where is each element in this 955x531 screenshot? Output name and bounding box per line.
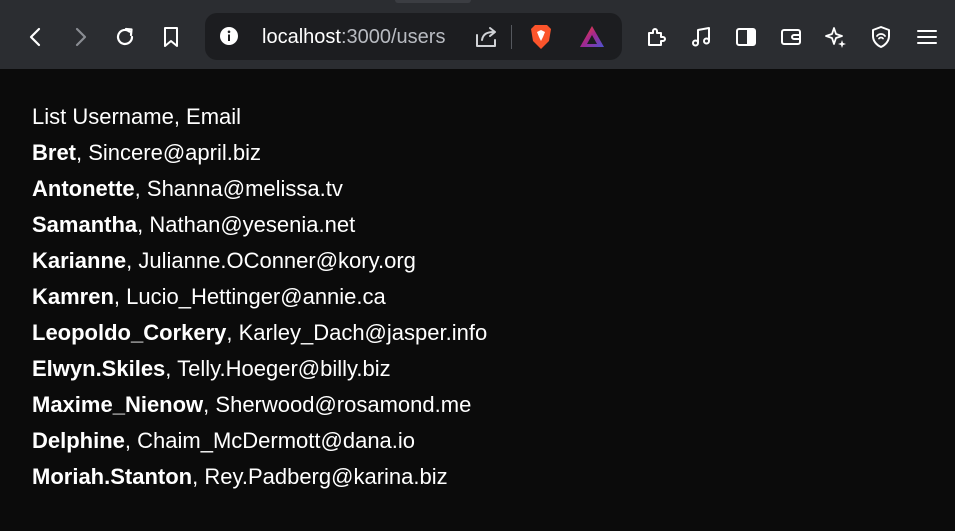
extensions-button[interactable] (641, 22, 671, 52)
list-item: Delphine, Chaim_McDermott@dana.io (32, 423, 487, 459)
email: Karley_Dach@jasper.info (238, 320, 488, 345)
leo-ai-button[interactable] (821, 22, 851, 52)
reload-icon (116, 27, 134, 46)
address-bar[interactable]: localhost:3000/users (205, 13, 622, 60)
wallet-button[interactable] (776, 22, 806, 52)
list-item: Moriah.Stanton, Rey.Padberg@karina.biz (32, 459, 487, 495)
separator: , (76, 140, 89, 165)
username: Maxime_Nienow (32, 392, 204, 417)
username: Bret (32, 140, 77, 165)
url-path: :3000/users (340, 26, 446, 48)
vpn-icon (872, 26, 890, 48)
separator: , (113, 284, 127, 309)
forward-button[interactable] (65, 22, 95, 52)
wallet-icon (781, 29, 801, 45)
bookmark-icon (164, 27, 178, 47)
email: Shanna@melissa.tv (146, 176, 343, 201)
page-content: List Username, Email Bret, Sincere@april… (32, 99, 487, 495)
share-icon[interactable] (474, 25, 500, 49)
separator: , (203, 392, 216, 417)
list-item: Antonette, Shanna@melissa.tv (32, 171, 487, 207)
username: Antonette (32, 176, 135, 201)
email: Rey.Padberg@karina.biz (204, 464, 448, 489)
username: Elwyn.Skiles (32, 356, 166, 381)
username: Moriah.Stanton (32, 464, 193, 489)
username: Delphine (32, 428, 125, 453)
email: Chaim_McDermott@dana.io (137, 428, 416, 453)
back-button[interactable] (21, 22, 51, 52)
forward-icon (75, 27, 87, 47)
vpn-button[interactable] (866, 22, 896, 52)
reload-button[interactable] (110, 22, 140, 52)
list-item: Karianne, Julianne.OConner@kory.org (32, 243, 487, 279)
email: Telly.Hoeger@billy.biz (177, 356, 391, 381)
separator: , (134, 176, 147, 201)
email: Julianne.OConner@kory.org (138, 248, 416, 273)
separator: , (165, 356, 178, 381)
separator: , (192, 464, 205, 489)
address-bar-divider (511, 25, 512, 49)
separator: , (124, 428, 138, 453)
user-list: Bret, Sincere@april.biz Antonette, Shanna… (32, 135, 487, 495)
media-icon (692, 27, 710, 47)
email: Lucio_Hettinger@annie.ca (126, 284, 386, 309)
list-item: Leopoldo_Corkery, Karley_Dach@jasper.inf… (32, 315, 487, 351)
separator: , (126, 248, 139, 273)
media-button[interactable] (686, 22, 716, 52)
list-item: Maxime_Nienow, Sherwood@rosamond.me (32, 387, 487, 423)
list-item: Kamren, Lucio_Hettinger@annie.ca (32, 279, 487, 315)
menu-icon (917, 30, 937, 44)
list-heading: List Username, Email (32, 104, 242, 129)
extensions-icon (648, 28, 666, 46)
bookmark-button[interactable] (156, 22, 186, 52)
menu-button[interactable] (912, 22, 942, 52)
leo-ai-icon (825, 27, 846, 48)
username: Samantha (32, 212, 138, 237)
url-host: localhost (262, 26, 341, 48)
email: Sherwood@rosamond.me (215, 392, 472, 417)
email: Sincere@april.biz (88, 140, 261, 165)
list-item: Bret, Sincere@april.biz (32, 135, 487, 171)
email: Nathan@yesenia.net (149, 212, 356, 237)
site-info-icon[interactable] (219, 26, 239, 46)
separator: , (226, 320, 239, 345)
brave-shields-icon[interactable] (528, 23, 554, 51)
back-icon (29, 27, 41, 47)
active-tab-indicator (395, 0, 471, 3)
sidebar-button[interactable] (731, 22, 761, 52)
url-text[interactable]: localhost:3000/users (262, 25, 445, 49)
separator: , (137, 212, 150, 237)
list-item: Elwyn.Skiles, Telly.Hoeger@billy.biz (32, 351, 487, 387)
username: Leopoldo_Corkery (32, 320, 227, 345)
browser-toolbar: localhost:3000/users (0, 0, 955, 69)
sidebar-icon (736, 28, 756, 46)
brave-rewards-icon[interactable] (578, 24, 606, 50)
username: Karianne (32, 248, 127, 273)
list-item: Samantha, Nathan@yesenia.net (32, 207, 487, 243)
username: Kamren (32, 284, 114, 309)
